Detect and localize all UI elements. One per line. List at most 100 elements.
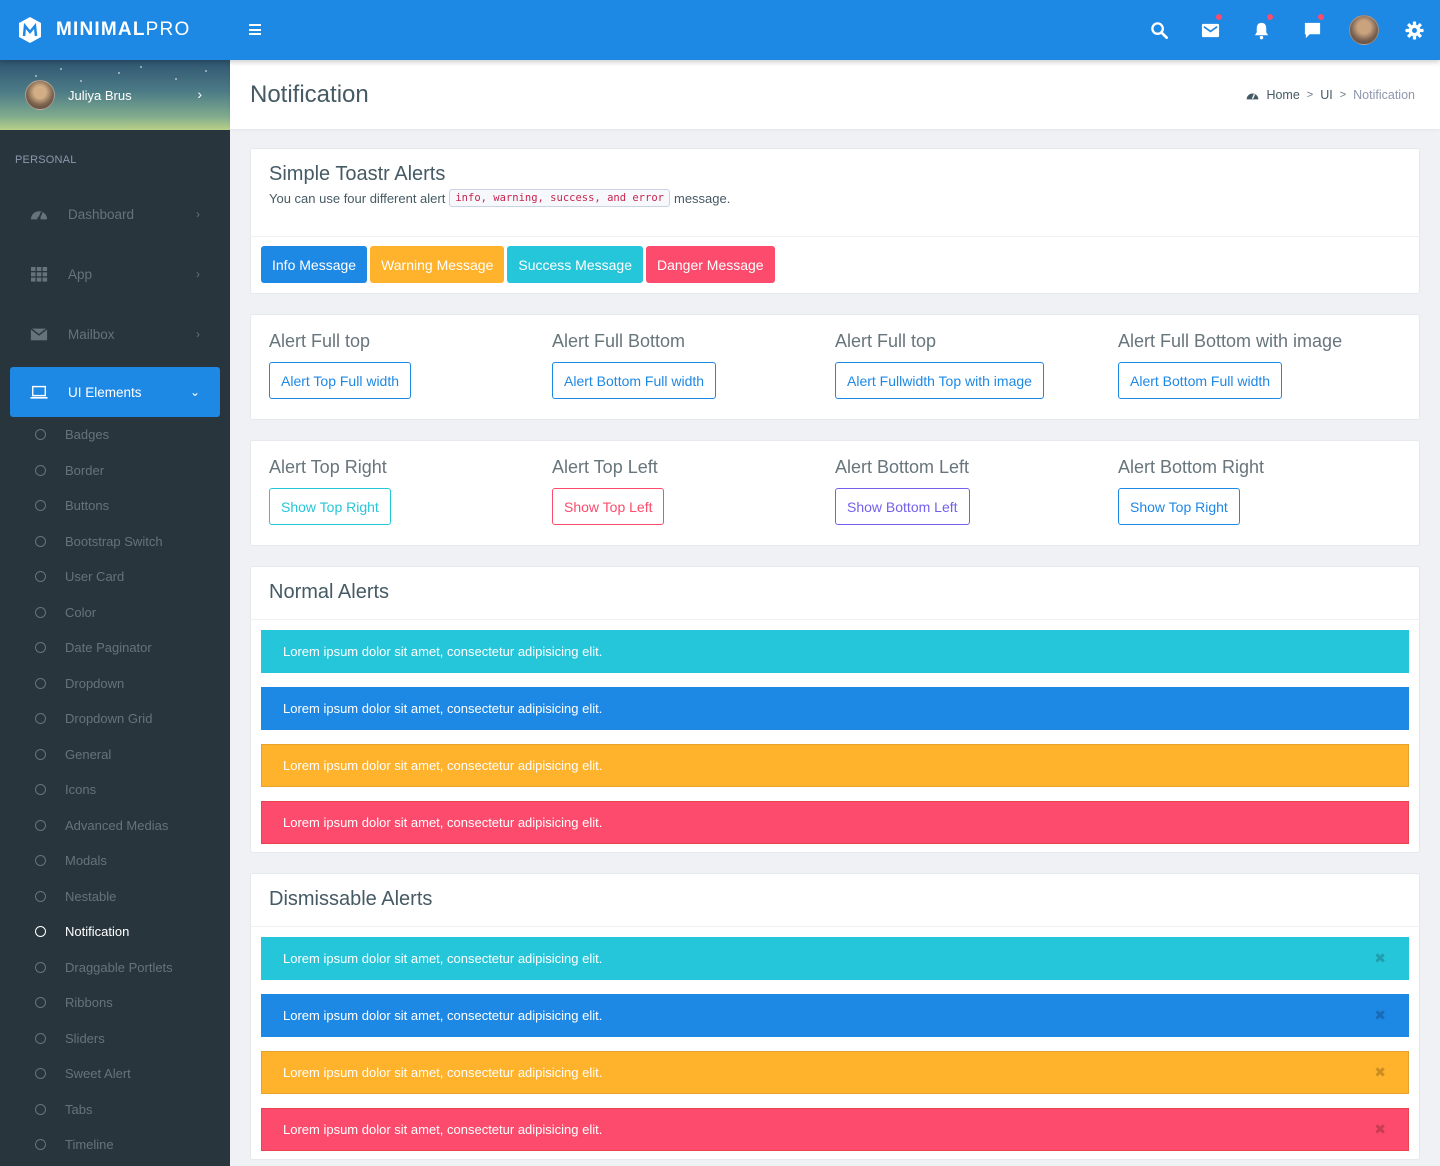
alert: Lorem ipsum dolor sit amet, consectetur … (261, 744, 1409, 787)
alert-bottom-full-width-button[interactable]: Alert Bottom Full width (552, 362, 717, 399)
close-icon[interactable]: ✖ (1374, 1121, 1386, 1138)
sidebar-item-app[interactable]: App › (0, 244, 230, 304)
chevron-right-icon: › (196, 267, 200, 281)
alert-fullwidth-top-with-image-button[interactable]: Alert Fullwidth Top with image (835, 362, 1044, 399)
info-message-button[interactable]: Info Message (261, 246, 368, 283)
dashboard-icon (1247, 93, 1259, 99)
submenu-item-user-card[interactable]: User Card (0, 559, 230, 595)
submenu-item-border[interactable]: Border (0, 453, 230, 489)
dismissable-alert: Lorem ipsum dolor sit amet, consectetur … (261, 1108, 1409, 1151)
alert-option: Alert Top Left Show Top Left (552, 457, 835, 525)
submenu-item-dropdown-grid[interactable]: Dropdown Grid (0, 701, 230, 737)
alert-text: Lorem ipsum dolor sit amet, consectetur … (283, 758, 603, 773)
breadcrumb-home[interactable]: Home (1266, 88, 1299, 102)
sidebar-item-dashboard[interactable]: Dashboard › (0, 184, 230, 244)
submenu-item-label: Timeline (65, 1137, 114, 1153)
circle-icon (35, 784, 46, 796)
user-avatar (1348, 15, 1379, 45)
search-button[interactable] (1134, 0, 1185, 60)
submenu-item-buttons[interactable]: Buttons (0, 488, 230, 524)
submenu-item-dropdown[interactable]: Dropdown (0, 666, 230, 702)
circle-icon (35, 535, 46, 547)
page-title: Notification (250, 81, 369, 108)
settings-button[interactable] (1389, 0, 1440, 60)
submenu-item-color[interactable]: Color (0, 595, 230, 631)
chevron-right-icon[interactable]: › (197, 86, 202, 102)
menu-toggle-icon[interactable] (249, 24, 261, 35)
danger-message-button[interactable]: Danger Message (645, 246, 775, 283)
option-heading: Alert Full Bottom with image (1118, 331, 1343, 351)
success-message-button[interactable]: Success Message (507, 246, 643, 283)
submenu-item-icons[interactable]: Icons (0, 772, 230, 808)
alert-option: Alert Full Bottom with image Alert Bottom… (1118, 331, 1401, 399)
messages-button[interactable] (1185, 0, 1236, 60)
show-top-right-button[interactable]: Show Top Right (269, 488, 391, 525)
submenu-item-date-paginator[interactable]: Date Paginator (0, 630, 230, 666)
sidebar-item-ui-elements[interactable]: UI Elements ⌄ (10, 367, 220, 417)
mail-icon (1201, 23, 1220, 37)
chat-button[interactable] (1287, 0, 1338, 60)
card-header: Normal Alerts (251, 567, 1419, 620)
submenu-item-label: Color (65, 604, 97, 620)
breadcrumb-ui[interactable]: UI (1320, 88, 1333, 102)
submenu-item-advanced-medias[interactable]: Advanced Medias (0, 808, 230, 844)
sidebar-item-mailbox[interactable]: Mailbox › (0, 304, 230, 364)
submenu-item-modals[interactable]: Modals (0, 843, 230, 879)
brand[interactable]: MINIMALPRO (0, 0, 230, 60)
sidebar-item-label: Mailbox (68, 326, 115, 342)
circle-icon (35, 571, 46, 583)
alert-text: Lorem ipsum dolor sit amet, consectetur … (283, 1065, 603, 1080)
submenu-item-label: Date Paginator (65, 640, 152, 656)
submenu-item-label: Ribbons (65, 995, 113, 1011)
submenu-item-nestable[interactable]: Nestable (0, 879, 230, 915)
submenu-item-bootstrap-switch[interactable]: Bootstrap Switch (0, 524, 230, 560)
alert-text: Lorem ipsum dolor sit amet, consectetur … (283, 815, 603, 830)
gear-icon (1405, 20, 1424, 40)
alert-text: Lorem ipsum dolor sit amet, consectetur … (283, 1008, 603, 1023)
breadcrumb: Home > UI > Notification (1246, 88, 1415, 102)
dismissable-alert: Lorem ipsum dolor sit amet, consectetur … (261, 994, 1409, 1037)
top-icons (1134, 0, 1440, 60)
submenu-item-label: Modals (65, 853, 107, 869)
grid-icon (30, 265, 48, 283)
alert-top-full-width-button[interactable]: Alert Top Full width (269, 362, 412, 399)
sidebar: Juliya Brus › PERSONAL Dashboard › App ›… (0, 60, 230, 1166)
submenu-item-draggable-portlets[interactable]: Draggable Portlets (0, 950, 230, 986)
submenu-item-ribbons[interactable]: Ribbons (0, 985, 230, 1021)
circle-icon (35, 890, 46, 902)
card-header: Simple Toastr Alerts You can use four di… (251, 149, 1419, 237)
profile-button[interactable] (1338, 0, 1389, 60)
close-icon[interactable]: ✖ (1374, 950, 1386, 967)
notifications-button[interactable] (1236, 0, 1287, 60)
show-top-left-button[interactable]: Show Top Left (552, 488, 665, 525)
option-heading: Alert Bottom Left (835, 457, 970, 477)
dismissable-alert: Lorem ipsum dolor sit amet, consectetur … (261, 937, 1409, 980)
submenu-item-tabs[interactable]: Tabs (0, 1092, 230, 1128)
alerts-list: Lorem ipsum dolor sit amet, consectetur … (251, 927, 1419, 1151)
show-top-right-button[interactable]: Show Top Right (1118, 488, 1240, 525)
dismissable-alert: Lorem ipsum dolor sit amet, consectetur … (261, 1051, 1409, 1094)
alerts-list: Lorem ipsum dolor sit amet, consectetur … (251, 620, 1419, 844)
submenu-item-sliders[interactable]: Sliders (0, 1021, 230, 1057)
breadcrumb-separator: > (1339, 89, 1347, 101)
user-profile-panel[interactable]: Juliya Brus › (0, 60, 230, 130)
submenu-item-label: Draggable Portlets (65, 959, 173, 975)
submenu-item-badges[interactable]: Badges (0, 417, 230, 453)
option-heading: Alert Bottom Right (1118, 457, 1265, 477)
close-icon[interactable]: ✖ (1374, 1064, 1386, 1081)
show-bottom-left-button[interactable]: Show Bottom Left (835, 488, 970, 525)
submenu-item-general[interactable]: General (0, 737, 230, 773)
option-heading: Alert Top Left (552, 457, 658, 477)
chat-icon (1304, 22, 1321, 38)
notification-dot (1267, 14, 1273, 20)
circle-icon (35, 606, 46, 618)
alert-bottom-full-width-button[interactable]: Alert Bottom Full width (1118, 362, 1283, 399)
alert-option: Alert Full top Alert Fullwidth Top with i… (835, 331, 1118, 399)
submenu-item-timeline[interactable]: Timeline (0, 1127, 230, 1163)
toastr-card: Simple Toastr Alerts You can use four di… (250, 148, 1420, 294)
close-icon[interactable]: ✖ (1374, 1007, 1386, 1024)
warning-message-button[interactable]: Warning Message (370, 246, 505, 283)
submenu-item-sweet-alert[interactable]: Sweet Alert (0, 1056, 230, 1092)
alert-option: Alert Full top Alert Top Full width (269, 331, 552, 399)
submenu-item-notification[interactable]: Notification (0, 914, 230, 950)
